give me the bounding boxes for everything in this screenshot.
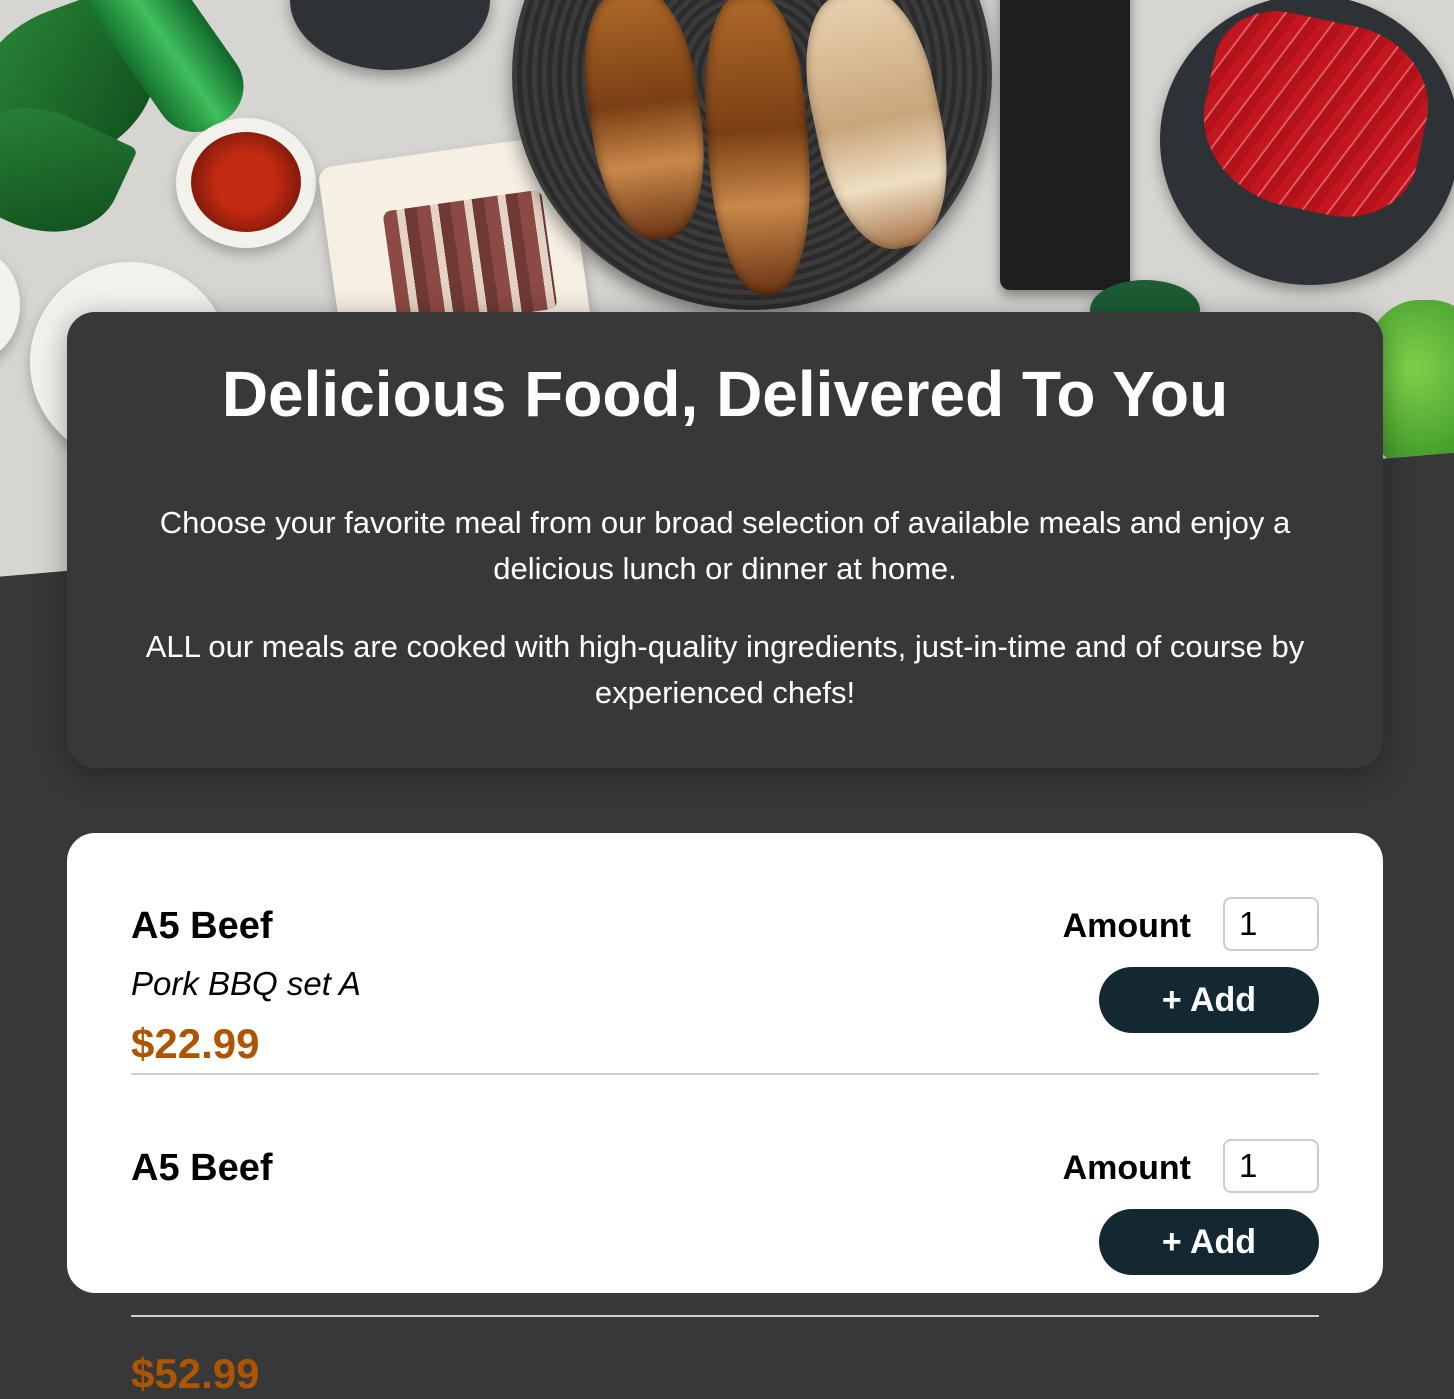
raw-pork-belly xyxy=(382,189,558,331)
meal-price: $52.99 xyxy=(131,1350,260,1397)
summary-paragraph: Choose your favorite meal from our broad… xyxy=(159,505,1291,586)
amount-input[interactable] xyxy=(1223,1139,1319,1193)
chili-sauce xyxy=(191,132,301,232)
meal-item: A5 Beef $52.99 Amount + Add xyxy=(131,1075,1319,1397)
meal-name: A5 Beef xyxy=(131,905,273,947)
portable-stove xyxy=(1000,0,1130,290)
amount-label: Amount xyxy=(1062,907,1191,945)
meal-price: $22.99 xyxy=(131,1020,260,1067)
add-button[interactable]: + Add xyxy=(1099,1209,1319,1275)
summary-paragraph: ALL our meals are cooked with high-quali… xyxy=(145,629,1305,710)
amount-label: Amount xyxy=(1062,1149,1191,1187)
meal-name: A5 Beef xyxy=(131,1147,273,1189)
amount-input[interactable] xyxy=(1223,897,1319,951)
page-title: Delicious Food, Delivered To You xyxy=(221,358,1229,430)
add-button[interactable]: + Add xyxy=(1099,967,1319,1033)
meal-item: A5 Beef Pork BBQ set A $22.99 Amount + A… xyxy=(131,833,1319,1075)
meal-description: Pork BBQ set A xyxy=(131,965,361,1002)
side-dish-plate xyxy=(0,250,20,360)
dark-plate xyxy=(290,0,490,70)
meals-card: A5 Beef Pork BBQ set A $22.99 Amount + A… xyxy=(67,833,1383,1397)
summary-card: Delicious Food, Delivered To You Choose … xyxy=(67,312,1383,768)
